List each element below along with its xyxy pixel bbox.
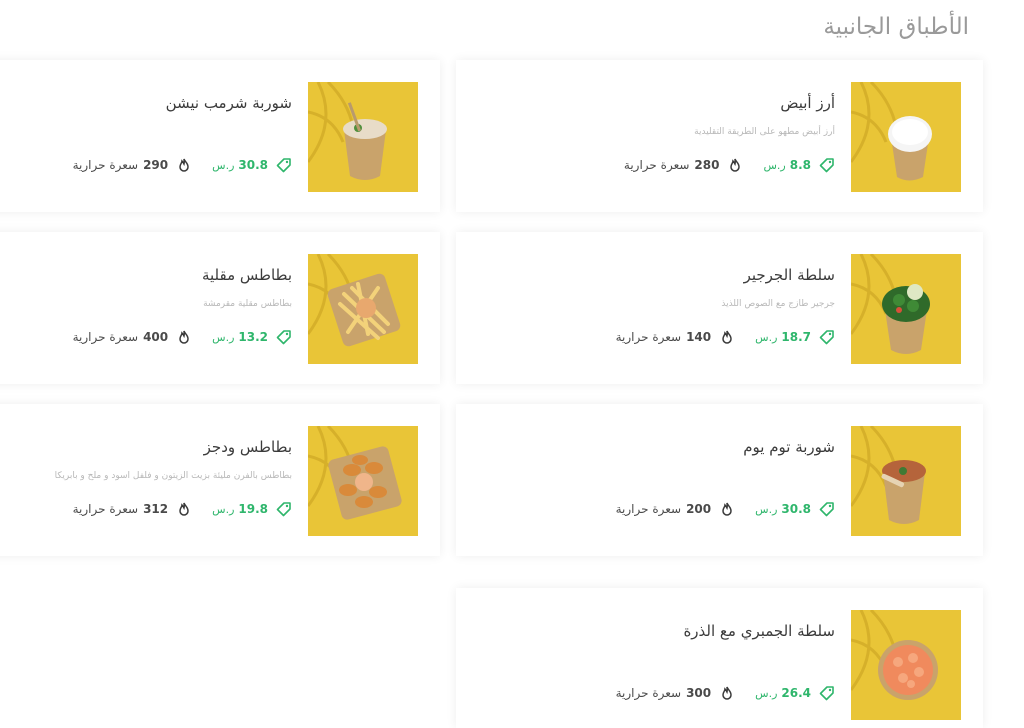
item-name: بطاطس مقلية: [201, 266, 292, 284]
price-tag-icon: [819, 158, 834, 173]
item-meta: 18.7 ر.س 140 سعرة حرارية: [616, 329, 835, 345]
flame-icon: [179, 502, 189, 516]
calories-label: سعرة حرارية: [72, 330, 139, 344]
section-title: الأطباق الجانبية: [823, 14, 969, 40]
item-meta: 13.2 ر.س 400 سعرة حرارية: [73, 329, 292, 345]
currency-label: ر.س: [755, 686, 778, 700]
menu-item-card[interactable]: بطاطس ودجز بطاطس بالفرن مليئة بزيت الزيت…: [0, 404, 440, 556]
item-price: 26.4: [781, 686, 811, 700]
item-calories: 290: [143, 158, 169, 172]
calories-label: سعرة حرارية: [615, 330, 682, 344]
calories-label: سعرة حرارية: [72, 158, 139, 172]
calories-label: سعرة حرارية: [623, 158, 690, 172]
food-image: [851, 254, 961, 364]
menu-item-card[interactable]: سلطة الجرجير جرجير طازج مع الصوص اللذيذ …: [456, 232, 983, 384]
item-price: 13.2: [238, 330, 268, 344]
price-tag-icon: [819, 686, 834, 701]
item-name: سلطة الجمبري مع الذرة: [683, 622, 835, 640]
menu-item-card[interactable]: أرز أبيض أرز أبيض مطهو على الطريقة التقل…: [456, 60, 983, 212]
item-meta: 30.8 ر.س 290 سعرة حرارية: [73, 157, 292, 173]
item-name: بطاطس ودجز: [203, 438, 292, 456]
flame-icon: [722, 686, 732, 700]
calories-label: سعرة حرارية: [615, 686, 682, 700]
currency-label: ر.س: [212, 330, 235, 344]
calories-label: سعرة حرارية: [615, 502, 682, 516]
flame-icon: [730, 158, 741, 172]
currency-label: ر.س: [755, 502, 778, 516]
menu-item-card[interactable]: شوربة توم يوم 30.8 ر.س 200 سعرة حرارية: [456, 404, 983, 556]
item-calories: 280: [694, 158, 720, 172]
food-image: [308, 254, 418, 364]
flame-icon: [722, 330, 732, 344]
item-description: أرز أبيض مطهو على الطريقة التقليدية: [694, 127, 835, 137]
item-description: بطاطس مقلية مقرمشة: [203, 299, 292, 309]
currency-label: ر.س: [755, 330, 778, 344]
price-tag-icon: [276, 158, 291, 173]
item-description: جرجير طازج مع الصوص اللذيذ: [721, 299, 835, 309]
item-meta: 8.8 ر.س 280 سعرة حرارية: [624, 157, 835, 173]
item-calories: 312: [143, 502, 169, 516]
item-price: 8.8: [789, 158, 811, 172]
item-name: سلطة الجرجير: [743, 266, 835, 284]
currency-label: ر.س: [212, 158, 235, 172]
item-price: 18.7: [781, 330, 811, 344]
price-tag-icon: [276, 502, 291, 517]
item-calories: 400: [143, 330, 169, 344]
item-price: 30.8: [238, 158, 268, 172]
currency-label: ر.س: [212, 502, 235, 516]
item-meta: 30.8 ر.س 200 سعرة حرارية: [616, 501, 835, 517]
calories-label: سعرة حرارية: [72, 502, 139, 516]
item-meta: 19.8 ر.س 312 سعرة حرارية: [73, 501, 292, 517]
item-calories: 300: [686, 686, 712, 700]
food-image: [851, 82, 961, 192]
food-image: [851, 610, 961, 720]
price-tag-icon: [819, 502, 834, 517]
menu-item-card[interactable]: سلطة الجمبري مع الذرة 26.4 ر.س 300 سعرة …: [456, 588, 983, 728]
food-image: [308, 82, 418, 192]
flame-icon: [179, 158, 189, 172]
food-image: [851, 426, 961, 536]
price-tag-icon: [276, 330, 291, 345]
menu-item-card[interactable]: بطاطس مقلية بطاطس مقلية مقرمشة 13.2 ر.س …: [0, 232, 440, 384]
currency-label: ر.س: [763, 158, 786, 172]
food-image: [308, 426, 418, 536]
flame-icon: [179, 330, 189, 344]
menu-item-card[interactable]: شوربة شرمب نيشن 30.8 ر.س 290 سعرة حرارية: [0, 60, 440, 212]
item-description: بطاطس بالفرن مليئة بزيت الزيتون و فلفل ا…: [54, 471, 292, 481]
item-calories: 140: [686, 330, 712, 344]
item-price: 19.8: [238, 502, 268, 516]
item-meta: 26.4 ر.س 300 سعرة حرارية: [616, 685, 835, 701]
flame-icon: [722, 502, 732, 516]
item-name: شوربة شرمب نيشن: [165, 94, 292, 112]
item-name: أرز أبيض: [780, 94, 835, 112]
item-name: شوربة توم يوم: [743, 438, 835, 456]
item-price: 30.8: [781, 502, 811, 516]
price-tag-icon: [819, 330, 834, 345]
item-calories: 200: [686, 502, 712, 516]
